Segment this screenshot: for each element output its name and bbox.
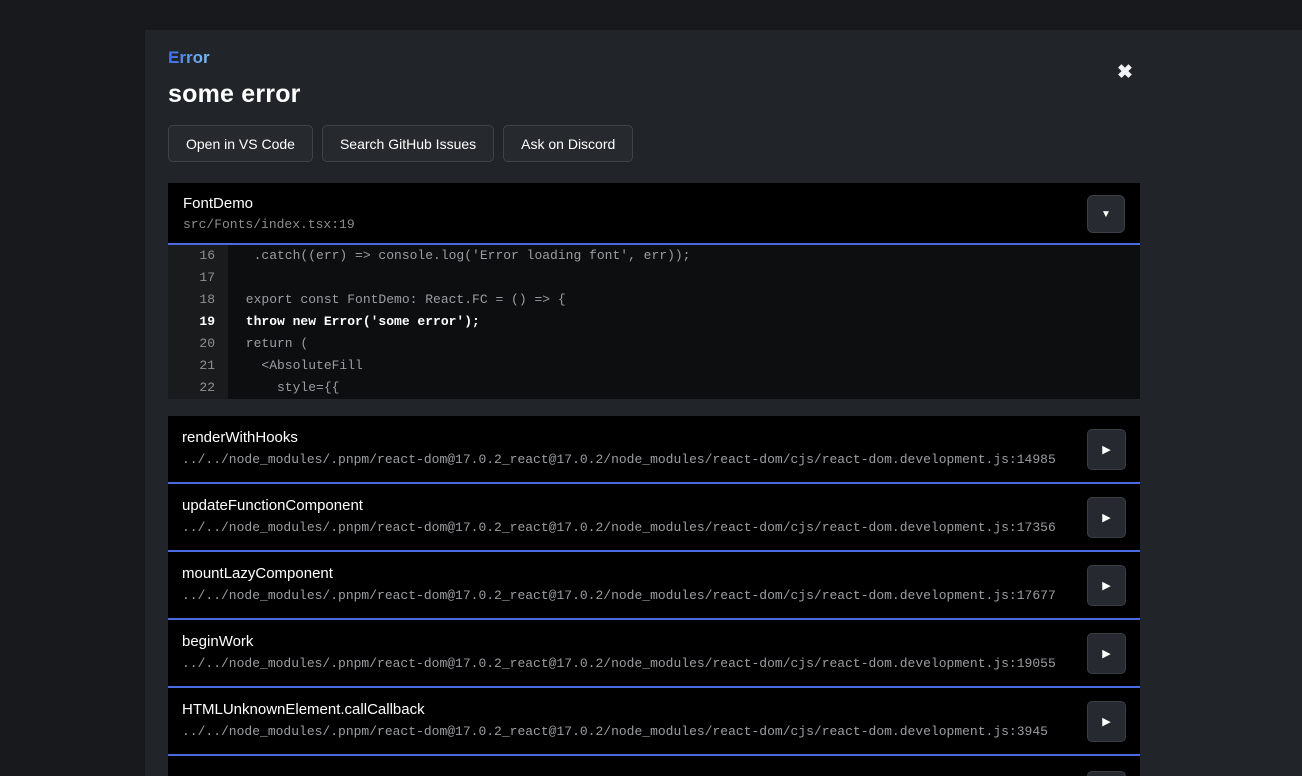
stack-frame-function-name: HTMLUnknownElement.callCallback — [182, 701, 1126, 718]
line-number: 19 — [168, 311, 228, 333]
stack-frame-location: ../../node_modules/.pnpm/react-dom@17.0.… — [182, 588, 1126, 603]
play-right-icon: ▶ — [1102, 444, 1110, 456]
error-content: Error some error Open in VS Code Search … — [168, 30, 1140, 776]
code-line: 17 — [168, 267, 1140, 289]
play-right-icon: ▶ — [1102, 512, 1110, 524]
code-line: 16 .catch((err) => console.log('Error lo… — [168, 245, 1140, 267]
expand-frame-button[interactable]: ▶ — [1087, 497, 1126, 538]
line-number: 18 — [168, 289, 228, 311]
stack-frame-partial: ▶ — [168, 756, 1140, 776]
code-line: 18 export const FontDemo: React.FC = () … — [168, 289, 1140, 311]
line-number: 21 — [168, 355, 228, 377]
action-buttons: Open in VS Code Search GitHub Issues Ask… — [168, 125, 1140, 162]
line-code — [228, 267, 1140, 289]
code-frame: FontDemo src/Fonts/index.tsx:19 ▼ 16 .ca… — [168, 183, 1140, 399]
line-number: 17 — [168, 267, 228, 289]
line-code: <AbsoluteFill — [228, 355, 1140, 377]
play-right-icon: ▶ — [1102, 648, 1110, 660]
expand-frame-button[interactable]: ▶ — [1087, 701, 1126, 742]
stack-frame-location: ../../node_modules/.pnpm/react-dom@17.0.… — [182, 452, 1126, 467]
stack-frame-function-name: beginWork — [182, 633, 1126, 650]
line-code: return ( — [228, 333, 1140, 355]
expand-frame-button[interactable]: ▶ — [1087, 633, 1126, 674]
line-code: .catch((err) => console.log('Error loadi… — [228, 245, 1140, 267]
code-snippet: 16 .catch((err) => console.log('Error lo… — [168, 245, 1140, 399]
line-number: 16 — [168, 245, 228, 267]
stack-frame-location: ../../node_modules/.pnpm/react-dom@17.0.… — [182, 724, 1126, 739]
chevron-down-icon: ▼ — [1101, 209, 1111, 220]
stack-frame-function-name: mountLazyComponent — [182, 565, 1126, 582]
stack-frame-updatefunctioncomponent: updateFunctionComponent ../../node_modul… — [168, 484, 1140, 552]
stack-frame-mountlazycomponent: mountLazyComponent ../../node_modules/.p… — [168, 552, 1140, 620]
code-frame-function-name: FontDemo — [183, 195, 1124, 212]
code-line: 20 return ( — [168, 333, 1140, 355]
expand-frame-button[interactable]: ▶ — [1087, 565, 1126, 606]
error-type-label: Error — [168, 48, 210, 68]
collapse-code-button[interactable]: ▼ — [1087, 195, 1125, 233]
ask-on-discord-button[interactable]: Ask on Discord — [503, 125, 633, 162]
code-line: 21 <AbsoluteFill — [168, 355, 1140, 377]
line-code: throw new Error('some error'); — [228, 311, 1140, 333]
code-line-highlighted: 19 throw new Error('some error'); — [168, 311, 1140, 333]
stack-frame-location: ../../node_modules/.pnpm/react-dom@17.0.… — [182, 520, 1126, 535]
code-frame-header: FontDemo src/Fonts/index.tsx:19 ▼ — [168, 183, 1140, 245]
stack-frame-function-name: renderWithHooks — [182, 429, 1126, 446]
line-number: 22 — [168, 377, 228, 399]
code-frame-location: src/Fonts/index.tsx:19 — [183, 217, 1124, 232]
stack-frame-renderwithhooks: renderWithHooks ../../node_modules/.pnpm… — [168, 416, 1140, 484]
open-in-vscode-button[interactable]: Open in VS Code — [168, 125, 313, 162]
play-right-icon: ▶ — [1102, 580, 1110, 592]
error-overlay: ✖ Error some error Open in VS Code Searc… — [145, 30, 1302, 776]
stack-frame-callcallback: HTMLUnknownElement.callCallback ../../no… — [168, 688, 1140, 756]
stack-frame-beginwork: beginWork ../../node_modules/.pnpm/react… — [168, 620, 1140, 688]
error-message: some error — [168, 80, 1140, 109]
stack-frame-location: ../../node_modules/.pnpm/react-dom@17.0.… — [182, 656, 1126, 671]
line-code: export const FontDemo: React.FC = () => … — [228, 289, 1140, 311]
stack-frame-function-name: updateFunctionComponent — [182, 497, 1126, 514]
line-code: style={{ — [228, 377, 1140, 399]
play-right-icon: ▶ — [1102, 716, 1110, 728]
search-github-issues-button[interactable]: Search GitHub Issues — [322, 125, 494, 162]
stack-trace-list: renderWithHooks ../../node_modules/.pnpm… — [168, 416, 1140, 776]
line-number: 20 — [168, 333, 228, 355]
expand-frame-button[interactable]: ▶ — [1087, 771, 1126, 776]
code-line: 22 style={{ — [168, 377, 1140, 399]
expand-frame-button[interactable]: ▶ — [1087, 429, 1126, 470]
